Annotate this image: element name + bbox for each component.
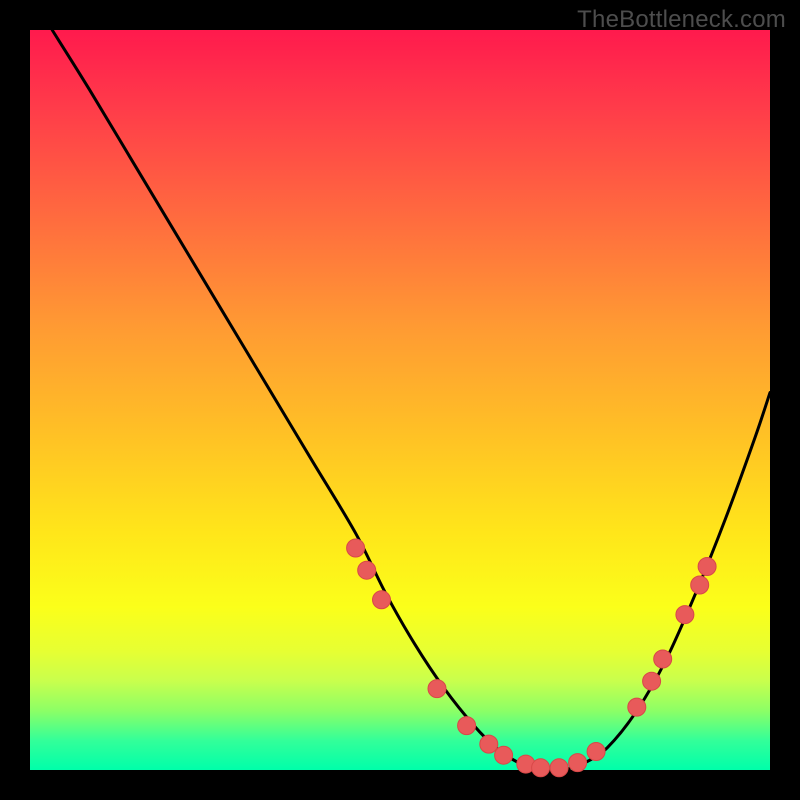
curve-marker [550, 759, 568, 777]
curve-marker [654, 650, 672, 668]
chart-svg [30, 30, 770, 770]
chart-frame: TheBottleneck.com [0, 0, 800, 800]
curve-marker [628, 698, 646, 716]
curve-markers [347, 539, 716, 777]
curve-marker [532, 759, 550, 777]
curve-marker [569, 754, 587, 772]
curve-marker [698, 558, 716, 576]
curve-marker [358, 561, 376, 579]
curve-marker [480, 735, 498, 753]
curve-marker [676, 606, 694, 624]
plot-area [30, 30, 770, 770]
watermark-text: TheBottleneck.com [577, 6, 786, 34]
curve-marker [373, 591, 391, 609]
curve-marker [458, 717, 476, 735]
curve-marker [495, 746, 513, 764]
curve-marker [347, 539, 365, 557]
curve-marker [428, 680, 446, 698]
curve-marker [643, 672, 661, 690]
curve-marker [691, 576, 709, 594]
curve-marker [587, 743, 605, 761]
